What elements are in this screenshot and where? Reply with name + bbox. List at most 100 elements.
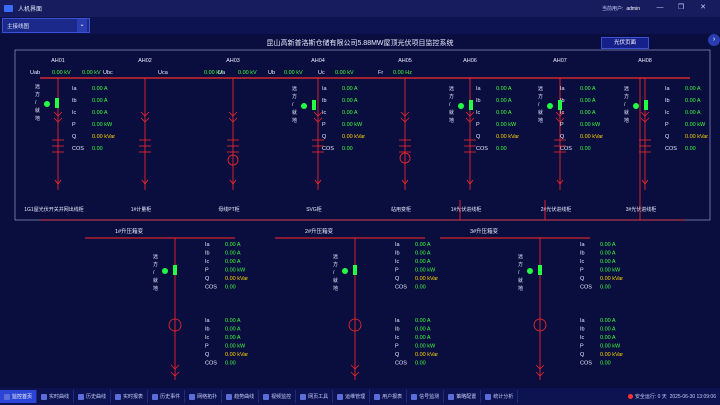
transformer-name-2: 2#升压箱变: [305, 227, 334, 235]
tx-meas-value-4: 0.00 kVar: [415, 276, 438, 282]
meas-value-5: 0.00: [342, 146, 353, 152]
tx-meas-label-0: Ia: [580, 318, 586, 324]
breaker-closed-icon: [558, 100, 562, 110]
tab-11[interactable]: 信号监测: [407, 390, 445, 403]
tab-icon: [263, 393, 270, 400]
remote-local-label: 远方/就地: [292, 85, 297, 124]
meas-label-5: COS: [476, 146, 488, 152]
close-icon[interactable]: ✕: [697, 3, 709, 13]
breaker-status-icon: [547, 103, 553, 109]
meas-value-5: 0.00: [580, 146, 591, 152]
tx-meas-value-1: 0.00 A: [415, 251, 431, 257]
tx-meas-value-5: 0.00: [225, 285, 236, 291]
breaker-closed-icon: [312, 100, 316, 110]
tx-meas-value-3: 0.00 kW: [415, 268, 436, 274]
tx-meas-label-1: Ib: [395, 327, 400, 333]
meas-label-2: Ic: [665, 110, 670, 116]
tx-meas-value-4: 0.00 kVar: [600, 352, 623, 358]
meas-value-4: 0.00 kVar: [580, 134, 603, 140]
restore-icon[interactable]: ❐: [675, 3, 687, 13]
meas-value-3: 0.00 kW: [342, 122, 363, 128]
tab-3[interactable]: 实时报表: [111, 390, 149, 403]
breaker-status-icon: [162, 268, 168, 274]
tx-meas-label-3: P: [580, 344, 584, 350]
tx-meas-label-5: COS: [205, 285, 217, 291]
transformer-name-1: 1#升压箱变: [115, 227, 144, 235]
tab-1[interactable]: 实时曲线: [37, 390, 75, 403]
tx-meas-label-4: Q: [580, 352, 585, 358]
tab-icon: [115, 393, 122, 400]
single-line-diagram: AH01 1G1屋光伏开关并网出线柜 AH02 1#计量柜 AH03 母线PT柜 AH04 S…: [14, 49, 711, 380]
bus-label-ubc: Ubc: [103, 70, 113, 76]
tab-7[interactable]: 视频监控: [259, 390, 297, 403]
tx-meas-value-3: 0.00 kW: [600, 268, 621, 274]
meas-label-2: Ic: [72, 110, 77, 116]
tab-9[interactable]: 运维管理: [333, 390, 371, 403]
bus-label-ub: Ub: [268, 70, 275, 76]
minimize-icon[interactable]: —: [654, 3, 666, 13]
bus-label-ua: Ua: [218, 70, 226, 76]
tab-5[interactable]: 网络拓扑: [185, 390, 223, 403]
tx-meas-label-2: Ic: [395, 259, 400, 265]
tx-meas-label-0: Ia: [580, 242, 586, 248]
tab-12[interactable]: 策略配置: [444, 390, 482, 403]
meas-value-2: 0.00 A: [580, 110, 596, 116]
tx-meas-value-1: 0.00 A: [600, 327, 616, 333]
tab-2[interactable]: 历史曲线: [74, 390, 112, 403]
tab-0[interactable]: 监控首页: [0, 390, 38, 403]
bus-label-uc: Uc: [318, 70, 325, 76]
meas-value-5: 0.00: [92, 146, 103, 152]
breaker-status-icon: [458, 103, 464, 109]
meas-label-1: Ib: [322, 98, 327, 104]
current-user: 当前用户: admin: [602, 5, 640, 12]
tx-meas-value-0: 0.00 A: [600, 318, 616, 324]
alarm-icon: [627, 394, 633, 400]
tx-meas-label-4: Q: [580, 276, 585, 282]
meas-label-0: Ia: [322, 86, 328, 92]
tx-meas-value-3: 0.00 kW: [225, 268, 246, 274]
tx-meas-value-4: 0.00 kVar: [225, 276, 248, 282]
remote-local-label: 远方/就地: [624, 85, 629, 124]
window-title: 人机界面: [18, 7, 43, 13]
meas-value-5: 0.00: [685, 146, 696, 152]
meas-value-2: 0.00 A: [685, 110, 701, 116]
tab-icon: [152, 393, 159, 400]
meas-value-0: 0.00 A: [342, 86, 358, 92]
tx-meas-label-4: Q: [205, 352, 210, 358]
tab-icon: [78, 393, 85, 400]
bus-value-ub: 0.00 kV: [284, 70, 303, 76]
tx-meas-label-1: Ib: [395, 251, 400, 257]
current-user-name: admin: [626, 6, 640, 12]
tx-meas-value-2: 0.00 A: [415, 259, 431, 265]
tab-8[interactable]: 网页工具: [296, 390, 334, 403]
breaker-closed-icon: [55, 98, 59, 108]
tx-meas-label-2: Ic: [580, 335, 585, 341]
current-user-label: 当前用户:: [601, 6, 624, 12]
remote-local-label: 远方/就地: [35, 83, 40, 122]
cabinet-id-ah04: AH04: [311, 58, 325, 64]
meas-value-4: 0.00 kVar: [685, 134, 708, 140]
tx-meas-value-0: 0.00 A: [600, 242, 616, 248]
tab-10[interactable]: 用户报表: [370, 390, 408, 403]
tx-meas-label-0: Ia: [395, 242, 401, 248]
chevron-down-icon[interactable]: ⌄: [77, 19, 87, 32]
meas-value-4: 0.00 kVar: [92, 134, 115, 140]
remote-local-label: 远方/就地: [449, 85, 454, 124]
meas-label-1: Ib: [476, 98, 481, 104]
tab-label: 趋势曲线: [234, 394, 255, 400]
breaker-status-icon: [44, 101, 50, 107]
meas-label-5: COS: [665, 146, 677, 152]
cabinet-id-ah06: AH06: [463, 58, 477, 64]
tab-13[interactable]: 统计分析: [481, 390, 519, 403]
tab-6[interactable]: 趋势曲线: [222, 390, 260, 403]
tx-meas-value-0: 0.00 A: [415, 242, 431, 248]
tab-icon: [226, 393, 233, 400]
view-select[interactable]: 主接线图 ⌄: [2, 18, 90, 33]
meas-value-4: 0.00 kVar: [342, 134, 365, 140]
bus-value-fr: 0.00 Hz: [393, 70, 412, 76]
tx-meas-value-0: 0.00 A: [415, 318, 431, 324]
tx-meas-value-5: 0.00: [600, 361, 611, 367]
tab-icon: [189, 393, 196, 400]
tab-4[interactable]: 历史事件: [148, 390, 186, 403]
meas-label-2: Ic: [322, 110, 327, 116]
